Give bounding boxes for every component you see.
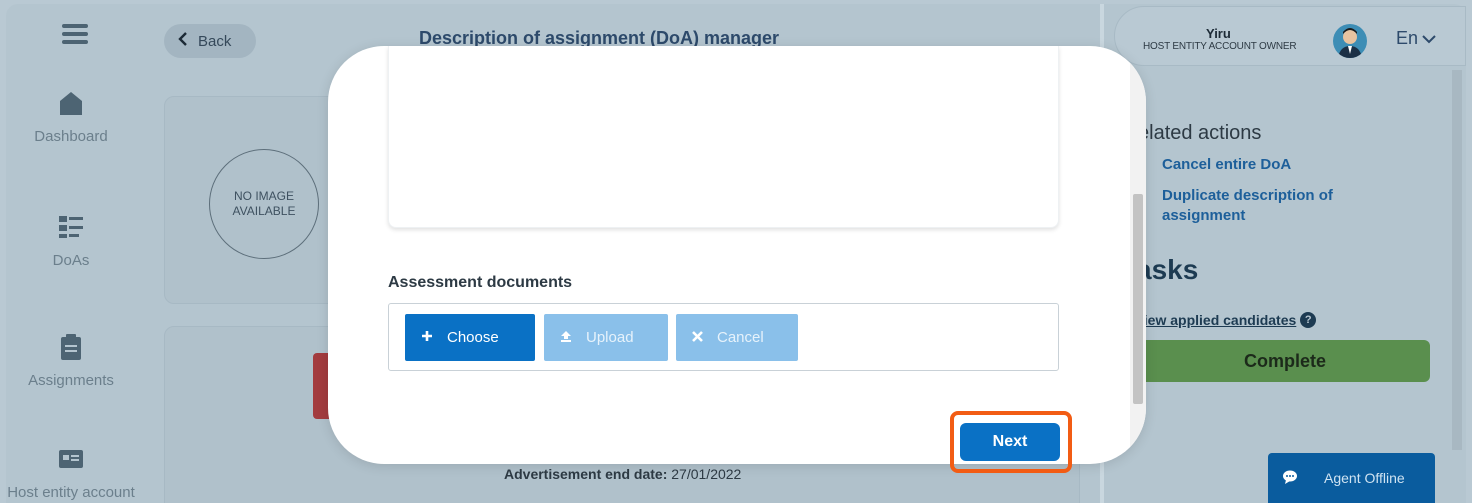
sidebar: Dashboard DoAs Assignments Host entity a… (6, 4, 136, 503)
choose-button[interactable]: Choose (405, 314, 535, 361)
chevron-down-icon (1422, 28, 1436, 49)
upload-label: Upload (586, 329, 634, 346)
sidebar-item-doas[interactable]: DoAs (6, 212, 136, 269)
close-icon (692, 329, 703, 346)
upload-icon (560, 329, 572, 346)
scroll-up-arrow-icon[interactable] (1134, 52, 1142, 58)
advertisement-end-date: Advertisement end date: 27/01/2022 (504, 466, 741, 482)
adv-end-label: Advertisement end date: (504, 466, 668, 482)
complete-button[interactable]: Complete (1140, 340, 1430, 382)
agent-chat-widget[interactable]: Agent Offline (1268, 453, 1435, 503)
chevron-left-icon (178, 32, 188, 50)
sidebar-item-label: Dashboard (34, 128, 108, 145)
sidebar-item-label: Host entity account (7, 484, 135, 501)
next-button-highlight (950, 411, 1072, 473)
sidebar-item-label: Assignments (28, 372, 114, 389)
modal-scrollbar[interactable] (1130, 46, 1146, 464)
description-textarea[interactable] (388, 46, 1059, 228)
cancel-button[interactable]: Cancel (676, 314, 798, 361)
choose-label: Choose (447, 329, 499, 346)
agent-status: Agent Offline (1324, 470, 1405, 486)
doa-image-card: NO IMAGE AVAILABLE (164, 96, 344, 304)
adv-end-value: 27/01/2022 (671, 466, 742, 482)
id-card-icon (56, 444, 86, 474)
related-actions-title: elated actions (1138, 122, 1262, 144)
sidebar-item-dashboard[interactable]: Dashboard (6, 88, 136, 145)
upload-button[interactable]: Upload (544, 314, 668, 361)
sidebar-item-assignments[interactable]: Assignments (6, 332, 136, 389)
language-selector[interactable]: En (1396, 28, 1436, 49)
view-applied-candidates-link[interactable]: view applied candidates ? (1136, 312, 1317, 328)
duplicate-doa-link[interactable]: Duplicate description of assignment (1162, 186, 1382, 226)
user-role: HOST ENTITY ACCOUNT OWNER (1143, 41, 1297, 52)
assessment-documents-label: Assessment documents (388, 274, 573, 291)
scroll-thumb[interactable] (1133, 194, 1143, 404)
cancel-label: Cancel (717, 329, 764, 346)
plus-icon (421, 329, 433, 346)
help-icon[interactable]: ? (1300, 312, 1317, 328)
no-image-placeholder: NO IMAGE AVAILABLE (209, 149, 319, 259)
home-icon (56, 88, 86, 118)
hamburger-menu-icon[interactable] (62, 24, 88, 44)
file-upload-panel: Choose Upload Cancel (388, 303, 1059, 371)
user-name: Yiru (1206, 26, 1231, 41)
avatar[interactable] (1333, 24, 1367, 58)
list-icon (56, 212, 86, 242)
clipboard-icon (56, 332, 86, 362)
sidebar-item-label: DoAs (52, 252, 90, 269)
back-label: Back (198, 32, 232, 50)
language-label: En (1396, 28, 1419, 48)
modal-dialog: Assessment documents Choose Upload Cance… (328, 46, 1146, 464)
sidebar-item-host-entity-account[interactable]: Host entity account (6, 444, 136, 501)
view-candidates-label: view applied candidates (1136, 312, 1297, 328)
right-panel-scrollbar[interactable] (1452, 70, 1462, 450)
back-button[interactable]: Back (164, 24, 256, 58)
scroll-down-arrow-icon[interactable] (1134, 450, 1142, 456)
cancel-doa-link[interactable]: Cancel entire DoA (1162, 156, 1291, 173)
chat-icon (1282, 470, 1298, 487)
